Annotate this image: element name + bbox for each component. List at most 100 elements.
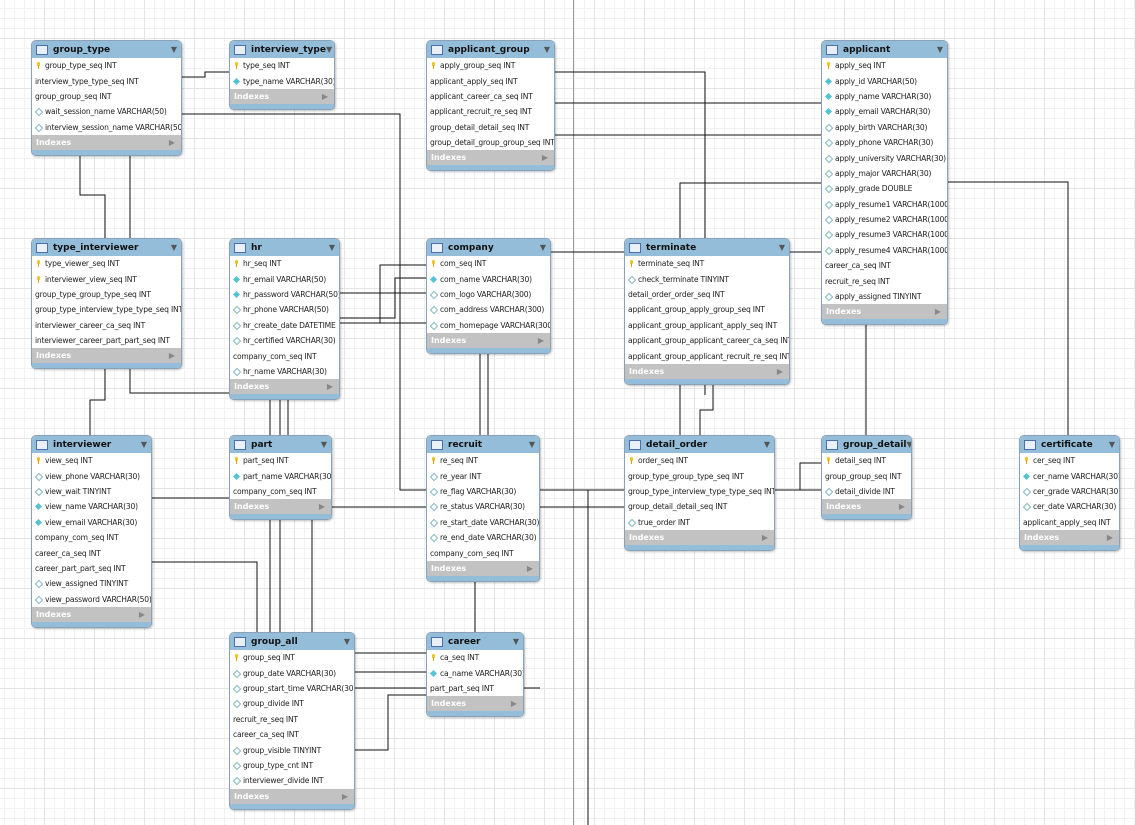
table-header[interactable]: group_type ▼ xyxy=(32,41,181,58)
column-row[interactable]: type_viewer_seq INT xyxy=(32,256,181,271)
indexes-section[interactable]: Indexes ▶ xyxy=(427,560,539,576)
table-interview-type[interactable]: interview_type ▼ type_seq INT type_name VAR… xyxy=(229,40,335,110)
column-row[interactable]: part_name VARCHAR(30) xyxy=(230,468,331,483)
column-row[interactable]: applicant_group_applicant_apply_seq INT xyxy=(625,318,789,333)
column-row[interactable]: apply_resume1 VARCHAR(1000) xyxy=(822,197,947,212)
table-recruit[interactable]: recruit ▼ re_seq INT re_year INT re_flag VAR… xyxy=(426,435,540,582)
column-row[interactable]: group_detail_detail_seq INT xyxy=(625,499,774,514)
expand-arrow-icon[interactable]: ▶ xyxy=(527,564,533,573)
column-row[interactable]: hr_certified VARCHAR(30) xyxy=(230,333,339,348)
relationship-line[interactable] xyxy=(699,383,714,435)
column-row[interactable]: career_ca_seq INT xyxy=(230,727,354,742)
column-row[interactable]: company_com_seq INT xyxy=(230,348,339,363)
column-row[interactable]: group_seq INT xyxy=(230,650,354,665)
collapse-arrow-icon[interactable]: ▼ xyxy=(329,243,335,252)
column-row[interactable]: view_phone VARCHAR(30) xyxy=(32,468,151,483)
table-header[interactable]: hr ▼ xyxy=(230,239,339,256)
column-row[interactable]: view_password VARCHAR(50) xyxy=(32,592,151,607)
column-row[interactable]: apply_birth VARCHAR(30) xyxy=(822,120,947,135)
column-row[interactable]: interview_type_type_seq INT xyxy=(32,73,181,88)
column-row[interactable]: re_start_date VARCHAR(30) xyxy=(427,515,539,530)
table-terminate[interactable]: terminate ▼ terminate_seq INT check_termina… xyxy=(624,238,790,385)
table-applicant[interactable]: applicant ▼ apply_seq INT apply_id VARCHAR(… xyxy=(821,40,948,326)
column-row[interactable]: detail_order_order_seq INT xyxy=(625,287,789,302)
column-row[interactable]: com_logo VARCHAR(300) xyxy=(427,287,550,302)
table-header[interactable]: applicant_group ▼ xyxy=(427,41,554,58)
relationship-line[interactable] xyxy=(553,71,706,238)
table-company[interactable]: company ▼ com_seq INT com_name VARCHAR(30) c… xyxy=(426,238,551,354)
column-row[interactable]: true_order INT xyxy=(625,515,774,530)
table-group-detail[interactable]: group_detail▼ detail_seq INT group_group_s… xyxy=(821,435,912,521)
collapse-arrow-icon[interactable]: ▼ xyxy=(529,440,535,449)
table-certificate[interactable]: certificate ▼ cer_seq INT cer_name VARCHAR(… xyxy=(1019,435,1120,551)
table-header[interactable]: type_interviewer ▼ xyxy=(32,239,181,256)
column-row[interactable]: re_seq INT xyxy=(427,453,539,468)
collapse-arrow-icon[interactable]: ▼ xyxy=(937,45,943,54)
column-row[interactable]: hr_phone VARCHAR(50) xyxy=(230,302,339,317)
collapse-arrow-icon[interactable]: ▼ xyxy=(171,243,177,252)
expand-arrow-icon[interactable]: ▶ xyxy=(538,336,544,345)
column-row[interactable]: re_status VARCHAR(30) xyxy=(427,499,539,514)
column-row[interactable]: terminate_seq INT xyxy=(625,256,789,271)
column-row[interactable]: applicant_apply_seq INT xyxy=(427,73,554,88)
column-row[interactable]: apply_seq INT xyxy=(822,58,947,73)
expand-arrow-icon[interactable]: ▶ xyxy=(899,502,905,511)
column-row[interactable]: apply_name VARCHAR(30) xyxy=(822,89,947,104)
indexes-section[interactable]: Indexes ▶ xyxy=(625,363,789,379)
column-row[interactable]: company_com_seq INT xyxy=(427,545,539,560)
column-row[interactable]: hr_seq INT xyxy=(230,256,339,271)
column-row[interactable]: group_type_seq INT xyxy=(32,58,181,73)
column-row[interactable]: apply_resume2 VARCHAR(1000) xyxy=(822,212,947,227)
column-row[interactable]: ca_name VARCHAR(30) xyxy=(427,665,523,680)
column-row[interactable]: interviewer_career_ca_seq INT xyxy=(32,318,181,333)
table-header[interactable]: applicant ▼ xyxy=(822,41,947,58)
table-header[interactable]: interview_type ▼ xyxy=(230,41,334,58)
expand-arrow-icon[interactable]: ▶ xyxy=(139,610,145,619)
collapse-arrow-icon[interactable]: ▼ xyxy=(326,45,332,54)
table-hr[interactable]: hr ▼ hr_seq INT hr_email VARCHAR(50) hr_pass… xyxy=(229,238,340,401)
relationship-line[interactable] xyxy=(948,181,1069,435)
table-header[interactable]: terminate ▼ xyxy=(625,239,789,256)
column-row[interactable]: part_seq INT xyxy=(230,453,331,468)
column-row[interactable]: view_email VARCHAR(30) xyxy=(32,515,151,530)
expand-arrow-icon[interactable]: ▶ xyxy=(319,502,325,511)
column-row[interactable]: re_end_date VARCHAR(30) xyxy=(427,530,539,545)
column-row[interactable]: apply_email VARCHAR(30) xyxy=(822,104,947,119)
relationship-line[interactable] xyxy=(79,152,106,238)
column-row[interactable]: interviewer_divide INT xyxy=(230,773,354,788)
column-row[interactable]: interviewer_career_part_part_seq INT xyxy=(32,333,181,348)
column-row[interactable]: group_start_time VARCHAR(30) xyxy=(230,681,354,696)
indexes-section[interactable]: Indexes ▶ xyxy=(230,88,334,104)
column-row[interactable]: apply_major VARCHAR(30) xyxy=(822,166,947,181)
relationship-line[interactable] xyxy=(338,277,426,319)
column-row[interactable]: apply_resume3 VARCHAR(1000) xyxy=(822,227,947,242)
column-row[interactable]: apply_id VARCHAR(50) xyxy=(822,73,947,88)
column-row[interactable]: group_divide INT xyxy=(230,696,354,711)
column-row[interactable]: career_part_part_seq INT xyxy=(32,561,151,576)
column-row[interactable]: group_detail_detail_seq INT xyxy=(427,120,554,135)
collapse-arrow-icon[interactable]: ▼ xyxy=(779,243,785,252)
column-row[interactable]: cer_name VARCHAR(30) xyxy=(1020,468,1119,483)
relationship-line[interactable] xyxy=(89,366,106,435)
collapse-arrow-icon[interactable]: ▼ xyxy=(764,440,770,449)
column-row[interactable]: applicant_career_ca_seq INT xyxy=(427,89,554,104)
expand-arrow-icon[interactable]: ▶ xyxy=(542,153,548,162)
column-row[interactable]: group_type_interview_type_type_seq INT xyxy=(32,302,181,317)
column-row[interactable]: recruit_re_seq INT xyxy=(230,712,354,727)
column-row[interactable]: hr_password VARCHAR(50) xyxy=(230,287,339,302)
column-row[interactable]: order_seq INT xyxy=(625,453,774,468)
column-row[interactable]: apply_university VARCHAR(30) xyxy=(822,150,947,165)
table-header[interactable]: interviewer ▼ xyxy=(32,436,151,453)
column-row[interactable]: apply_resume4 VARCHAR(1000) xyxy=(822,243,947,258)
expand-arrow-icon[interactable]: ▶ xyxy=(1107,533,1113,542)
table-header[interactable]: detail_order ▼ xyxy=(625,436,774,453)
column-row[interactable]: view_wait TINYINT xyxy=(32,484,151,499)
column-row[interactable]: group_type_group_type_seq INT xyxy=(32,287,181,302)
indexes-section[interactable]: Indexes ▶ xyxy=(427,696,523,712)
column-row[interactable]: company_com_seq INT xyxy=(230,484,331,499)
column-row[interactable]: view_name VARCHAR(30) xyxy=(32,499,151,514)
relationship-line[interactable] xyxy=(353,694,426,751)
indexes-section[interactable]: Indexes ▶ xyxy=(1020,529,1119,545)
indexes-section[interactable]: Indexes ▶ xyxy=(230,379,339,395)
column-row[interactable]: hr_email VARCHAR(50) xyxy=(230,271,339,286)
